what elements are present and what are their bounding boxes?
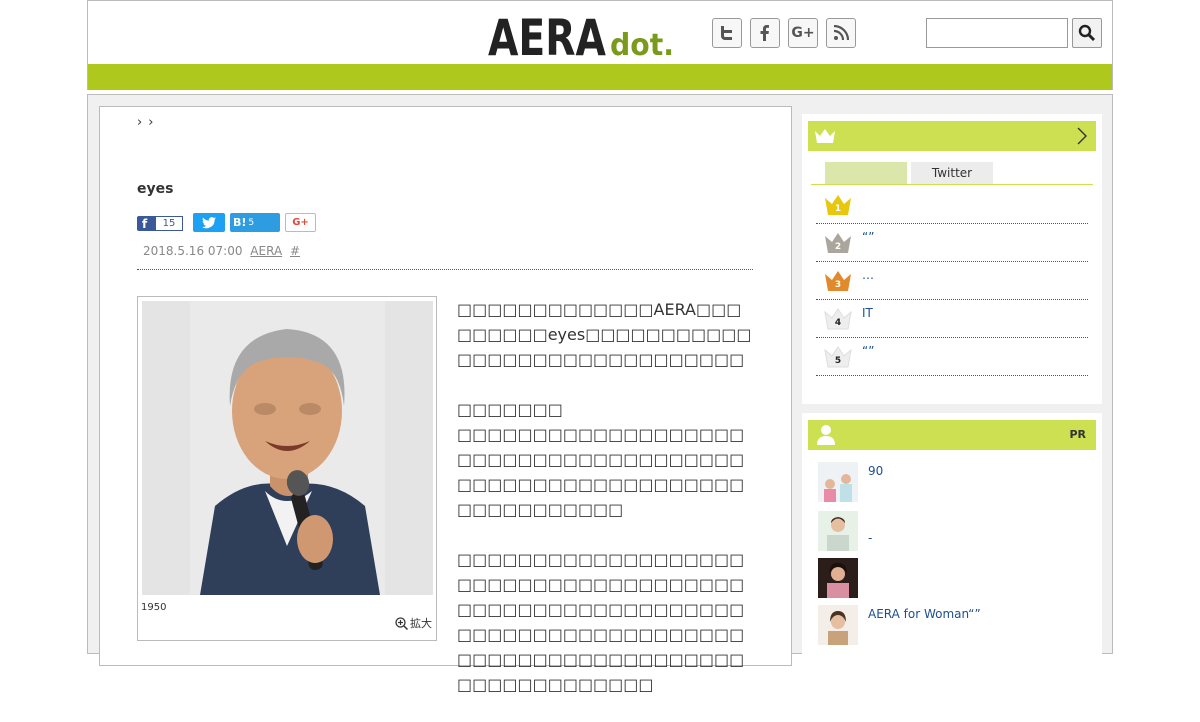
article-body: □□□□□□□□□□□□□AERA□□□□□□□□□eyes□□□□□□□□□□… [457,297,755,722]
article-photo-box: 1950 拡大 [137,296,437,641]
pr-panel: PR 90 - AERA for Woman“” [802,413,1102,673]
facebook-share-count: 15 [155,216,183,231]
search-button[interactable] [1072,18,1102,48]
hatena-bookmark-button[interactable]: B! 5 [230,213,280,232]
rank-number: 5 [834,356,842,366]
zoom-label: 拡大 [410,617,432,630]
article-column: › › eyes f 15 B! 5 G+ 2018.5.16 07:00 AE… [99,106,792,694]
pr-item-title[interactable]: 90 [868,464,883,478]
rank-title[interactable]: … [862,268,874,282]
google-plus-glyph: G+ [791,25,815,41]
google-plus-icon[interactable]: G+ [788,18,818,48]
logo-main-text: AERA [488,9,606,61]
pr-item[interactable] [818,558,1088,602]
google-plus-share-button[interactable]: G+ [285,213,316,232]
photo-caption: 1950 [141,602,167,613]
google-plus-label: G+ [292,217,309,228]
pr-label: PR [1069,428,1086,441]
article-meta: 2018.5.16 07:00 AERA # [143,244,300,258]
twitter-bird-icon [202,216,216,228]
facebook-icon[interactable] [750,18,780,48]
person-icon [817,425,835,445]
rank-title[interactable]: “” [862,230,874,244]
pr-thumbnail[interactable] [818,511,858,551]
crown-icon [815,129,835,143]
hatena-label: B! [233,216,247,229]
pr-item[interactable]: AERA for Woman“” [818,605,1088,649]
article-source-link[interactable]: AERA [250,244,282,258]
ranking-item[interactable]: 4 IT [816,300,1088,338]
breadcrumb: › › [137,115,153,130]
breadcrumb-chevron-icon[interactable]: › [137,115,142,130]
hatena-count: 5 [248,217,255,228]
ranking-panel: Twitter 1 2 “” 3 … 4 IT 5 “” [802,114,1102,404]
photo-background [142,301,433,595]
search-input[interactable] [926,18,1068,48]
pr-item-title[interactable]: - [868,531,872,545]
ranking-tabs: Twitter [811,162,1093,185]
rank-number: 2 [834,242,842,252]
rank-title[interactable]: IT [862,306,873,320]
twitter-icon[interactable] [712,18,742,48]
logo-dot-text: dot. [610,28,674,61]
facebook-share-button[interactable]: f 15 [137,216,183,231]
ranking-header [808,121,1096,151]
rank-number: 4 [834,318,842,328]
pr-header: PR [808,420,1096,450]
search-icon [1078,24,1096,42]
site-header: AERA dot. G+ [87,0,1113,90]
tab-ranking-default[interactable] [825,162,907,184]
article-title: eyes [137,181,174,197]
pr-thumbnail[interactable] [818,605,858,645]
pr-item[interactable]: - [818,511,1088,555]
article-paragraph: □□□□□□□ [457,400,563,419]
ranking-item[interactable]: 5 “” [816,338,1088,376]
ranking-item[interactable]: 1 [816,186,1088,224]
article-tag-link[interactable]: # [290,244,300,258]
rank-number: 1 [834,204,842,214]
pr-thumbnail[interactable] [818,462,858,502]
rank-title[interactable]: “” [862,344,874,358]
rss-icon[interactable] [826,18,856,48]
article-date: 2018.5.16 07:00 [143,244,243,258]
facebook-icon: f [142,216,148,231]
ranking-item[interactable]: 2 “” [816,224,1088,262]
article-photo[interactable] [190,301,385,595]
breadcrumb-chevron-icon[interactable]: › [148,115,153,130]
article-paragraph: □□□□□□□□□□□□□□□□□□□□□□□□□□□□□□□□□□□□□□□□… [457,425,745,519]
zoom-in-icon [395,616,408,630]
photo-zoom-button[interactable]: 拡大 [395,615,432,631]
chevron-right-icon[interactable] [1076,126,1088,146]
content-wrapper: › › eyes f 15 B! 5 G+ 2018.5.16 07:00 AE… [87,94,1113,694]
pr-item-title[interactable]: AERA for Woman“” [868,607,981,621]
twitter-share-button[interactable] [193,213,225,232]
rank-number: 3 [834,280,842,290]
meta-divider [137,269,753,270]
tab-ranking-twitter[interactable]: Twitter [911,162,993,184]
pr-item[interactable]: 90 [818,462,1088,506]
pr-thumbnail[interactable] [818,558,858,598]
ranking-item[interactable]: 3 … [816,262,1088,300]
article-paragraph: □□□□□□□□□□□□□AERA□□□□□□□□□eyes□□□□□□□□□□… [457,300,752,369]
header-accent-bar [88,64,1112,90]
article-paragraph: □□□□□□□□□□□□□□□□□□□□□□□□□□□□□□□□□□□□□□□□… [457,550,745,694]
site-logo[interactable]: AERA dot. [488,7,683,67]
